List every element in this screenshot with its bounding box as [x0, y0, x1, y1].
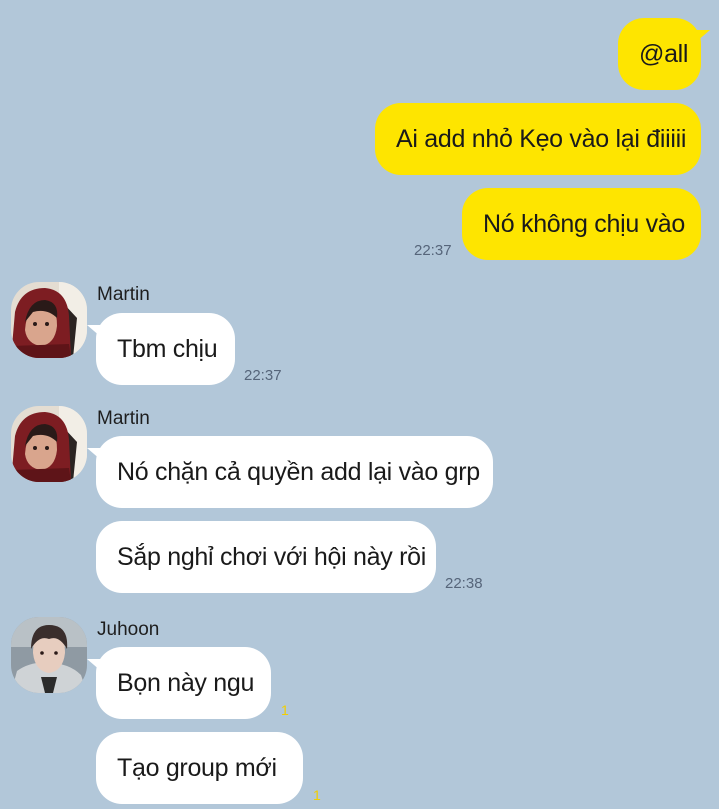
message-text: Sắp nghỉ chơi với hội này rồi — [117, 543, 426, 571]
incoming-message-bubble[interactable]: Bọn này ngu — [87, 647, 271, 719]
message-text: Ai add nhỏ Kẹo vào lại điiiii — [396, 125, 687, 153]
outgoing-message-bubble[interactable]: @all — [618, 18, 710, 90]
juhoon-avatar[interactable] — [11, 617, 87, 693]
message-text: Nó không chịu vào — [483, 210, 685, 238]
message-text: Nó chặn cả quyền add lại vào grp — [117, 458, 480, 486]
sender-name: Martin — [97, 284, 150, 305]
chat-message-list[interactable]: @all Ai add nhỏ Kẹo vào lại điiiii Nó kh… — [0, 0, 719, 809]
outgoing-message-bubble[interactable]: Ai add nhỏ Kẹo vào lại điiiii — [375, 103, 701, 175]
message-text: Tạo group mới — [117, 754, 277, 782]
bubble-tail — [696, 30, 710, 42]
message-timestamp: 22:37 — [244, 367, 282, 384]
incoming-message-bubble[interactable]: Nó chặn cả quyền add lại vào grp — [87, 436, 493, 508]
bubble-tail — [87, 325, 101, 337]
martin-avatar[interactable] — [11, 406, 87, 482]
message-timestamp: 22:37 — [414, 242, 452, 259]
profile-photo-icon — [11, 617, 87, 693]
message-text: Bọn này ngu — [117, 669, 255, 697]
profile-photo-icon — [11, 406, 87, 482]
incoming-message-bubble[interactable]: Tbm chịu — [87, 313, 235, 385]
unread-count: 1 — [281, 702, 289, 718]
martin-avatar[interactable] — [11, 282, 87, 358]
bubble-tail — [87, 659, 101, 671]
message-timestamp: 22:38 — [445, 575, 483, 592]
bubble-tail — [87, 448, 101, 460]
outgoing-message-bubble[interactable]: Nó không chịu vào — [462, 188, 701, 260]
message-text: @all — [639, 40, 689, 68]
unread-count: 1 — [313, 787, 321, 803]
sender-name: Martin — [97, 408, 150, 429]
incoming-message-bubble[interactable]: Tạo group mới — [96, 732, 303, 804]
sender-name: Juhoon — [97, 619, 160, 640]
incoming-message-bubble[interactable]: Sắp nghỉ chơi với hội này rồi — [96, 521, 436, 593]
profile-photo-icon — [11, 282, 87, 358]
message-text: Tbm chịu — [117, 335, 218, 363]
